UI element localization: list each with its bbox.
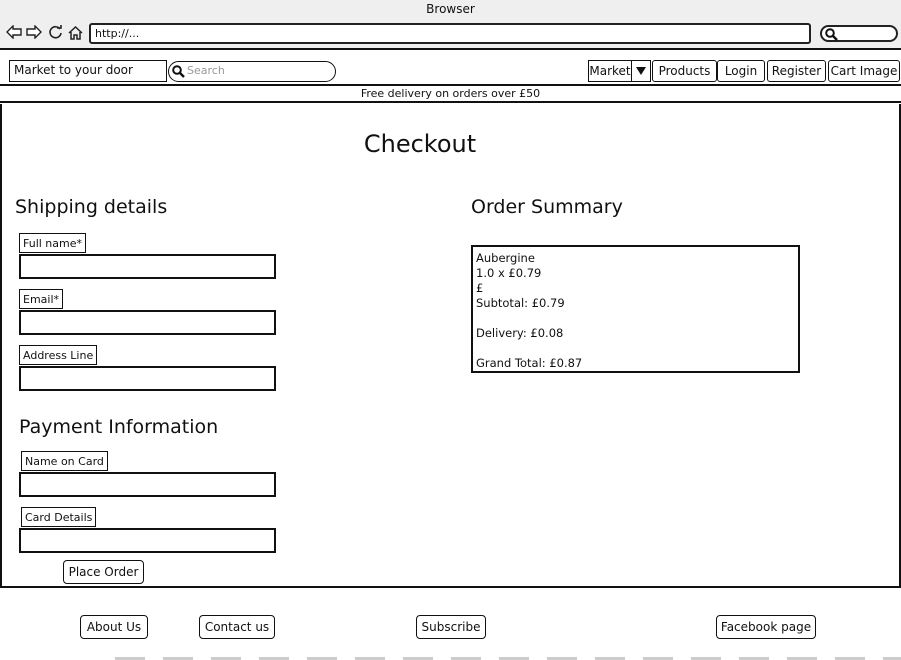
name-on-card-label: Name on Card <box>21 451 108 471</box>
brand-logo-text[interactable]: Market to your door <box>9 60 167 82</box>
reload-icon[interactable] <box>47 24 63 40</box>
footer-subscribe-label: Subscribe <box>421 620 481 634</box>
footer-facebook-label: Facebook page <box>720 620 812 634</box>
promo-banner: Free delivery on orders over £50 <box>0 86 901 103</box>
place-order-label: Place Order <box>68 565 139 579</box>
page-title: Checkout <box>363 130 477 158</box>
window-title: Browser <box>426 2 475 16</box>
search-placeholder: Search <box>187 64 225 77</box>
browser-search-field[interactable] <box>820 25 898 42</box>
nav-products-button[interactable]: Products <box>652 60 717 82</box>
nav-register-label: Register <box>771 64 822 78</box>
shipping-heading: Shipping details <box>15 196 168 218</box>
footer-subscribe-link[interactable]: Subscribe <box>416 615 486 639</box>
summary-item-name: Aubergine <box>476 251 535 265</box>
search-icon <box>172 65 185 78</box>
email-input[interactable] <box>19 310 276 335</box>
summary-item-line-total: £ <box>476 281 484 295</box>
summary-item-qty-price: 1.0 x £0.79 <box>476 266 542 280</box>
nav-cart-label: Cart Image <box>830 64 898 78</box>
name-on-card-input[interactable] <box>19 472 276 497</box>
footer-about-link[interactable]: About Us <box>80 615 148 639</box>
triangle-down-icon <box>636 67 646 75</box>
footer-contact-link[interactable]: Contact us <box>199 615 275 639</box>
footer-facebook-link[interactable]: Facebook page <box>716 615 816 639</box>
summary-spacer <box>476 341 795 356</box>
order-summary-heading: Order Summary <box>471 196 623 218</box>
full-name-label: Full name* <box>19 233 87 253</box>
footer-contact-label: Contact us <box>204 620 270 634</box>
forward-arrow-icon[interactable] <box>26 24 42 40</box>
card-details-input[interactable] <box>19 528 276 553</box>
search-icon <box>825 28 838 41</box>
summary-grand-total: Grand Total: £0.87 <box>476 356 583 370</box>
summary-spacer <box>476 311 795 326</box>
site-search-input[interactable]: Search <box>168 61 336 82</box>
nav-login-label: Login <box>724 64 758 78</box>
footer-about-label: About Us <box>86 620 142 634</box>
email-label: Email* <box>19 289 64 309</box>
market-dropdown[interactable]: Market <box>588 60 632 82</box>
summary-subtotal: Subtotal: £0.79 <box>476 296 565 310</box>
address-bar[interactable]: http://... <box>89 23 811 44</box>
card-details-label: Card Details <box>21 507 97 527</box>
home-icon[interactable] <box>67 24 83 40</box>
full-name-input[interactable] <box>19 254 276 279</box>
address-line-input[interactable] <box>19 366 276 391</box>
payment-heading: Payment Information <box>19 416 219 438</box>
market-dropdown-label: Market <box>589 64 631 78</box>
back-arrow-icon[interactable] <box>6 24 22 40</box>
market-dropdown-toggle[interactable] <box>631 60 651 82</box>
place-order-button[interactable]: Place Order <box>63 560 144 584</box>
nav-register-button[interactable]: Register <box>767 60 826 82</box>
order-summary-box: Aubergine 1.0 x £0.79 £ Subtotal: £0.79 … <box>471 245 800 373</box>
nav-cart-button[interactable]: Cart Image <box>828 60 900 82</box>
nav-login-button[interactable]: Login <box>717 60 765 82</box>
summary-delivery: Delivery: £0.08 <box>476 326 564 340</box>
address-line-label: Address Line <box>19 345 98 365</box>
nav-products-label: Products <box>658 64 711 78</box>
